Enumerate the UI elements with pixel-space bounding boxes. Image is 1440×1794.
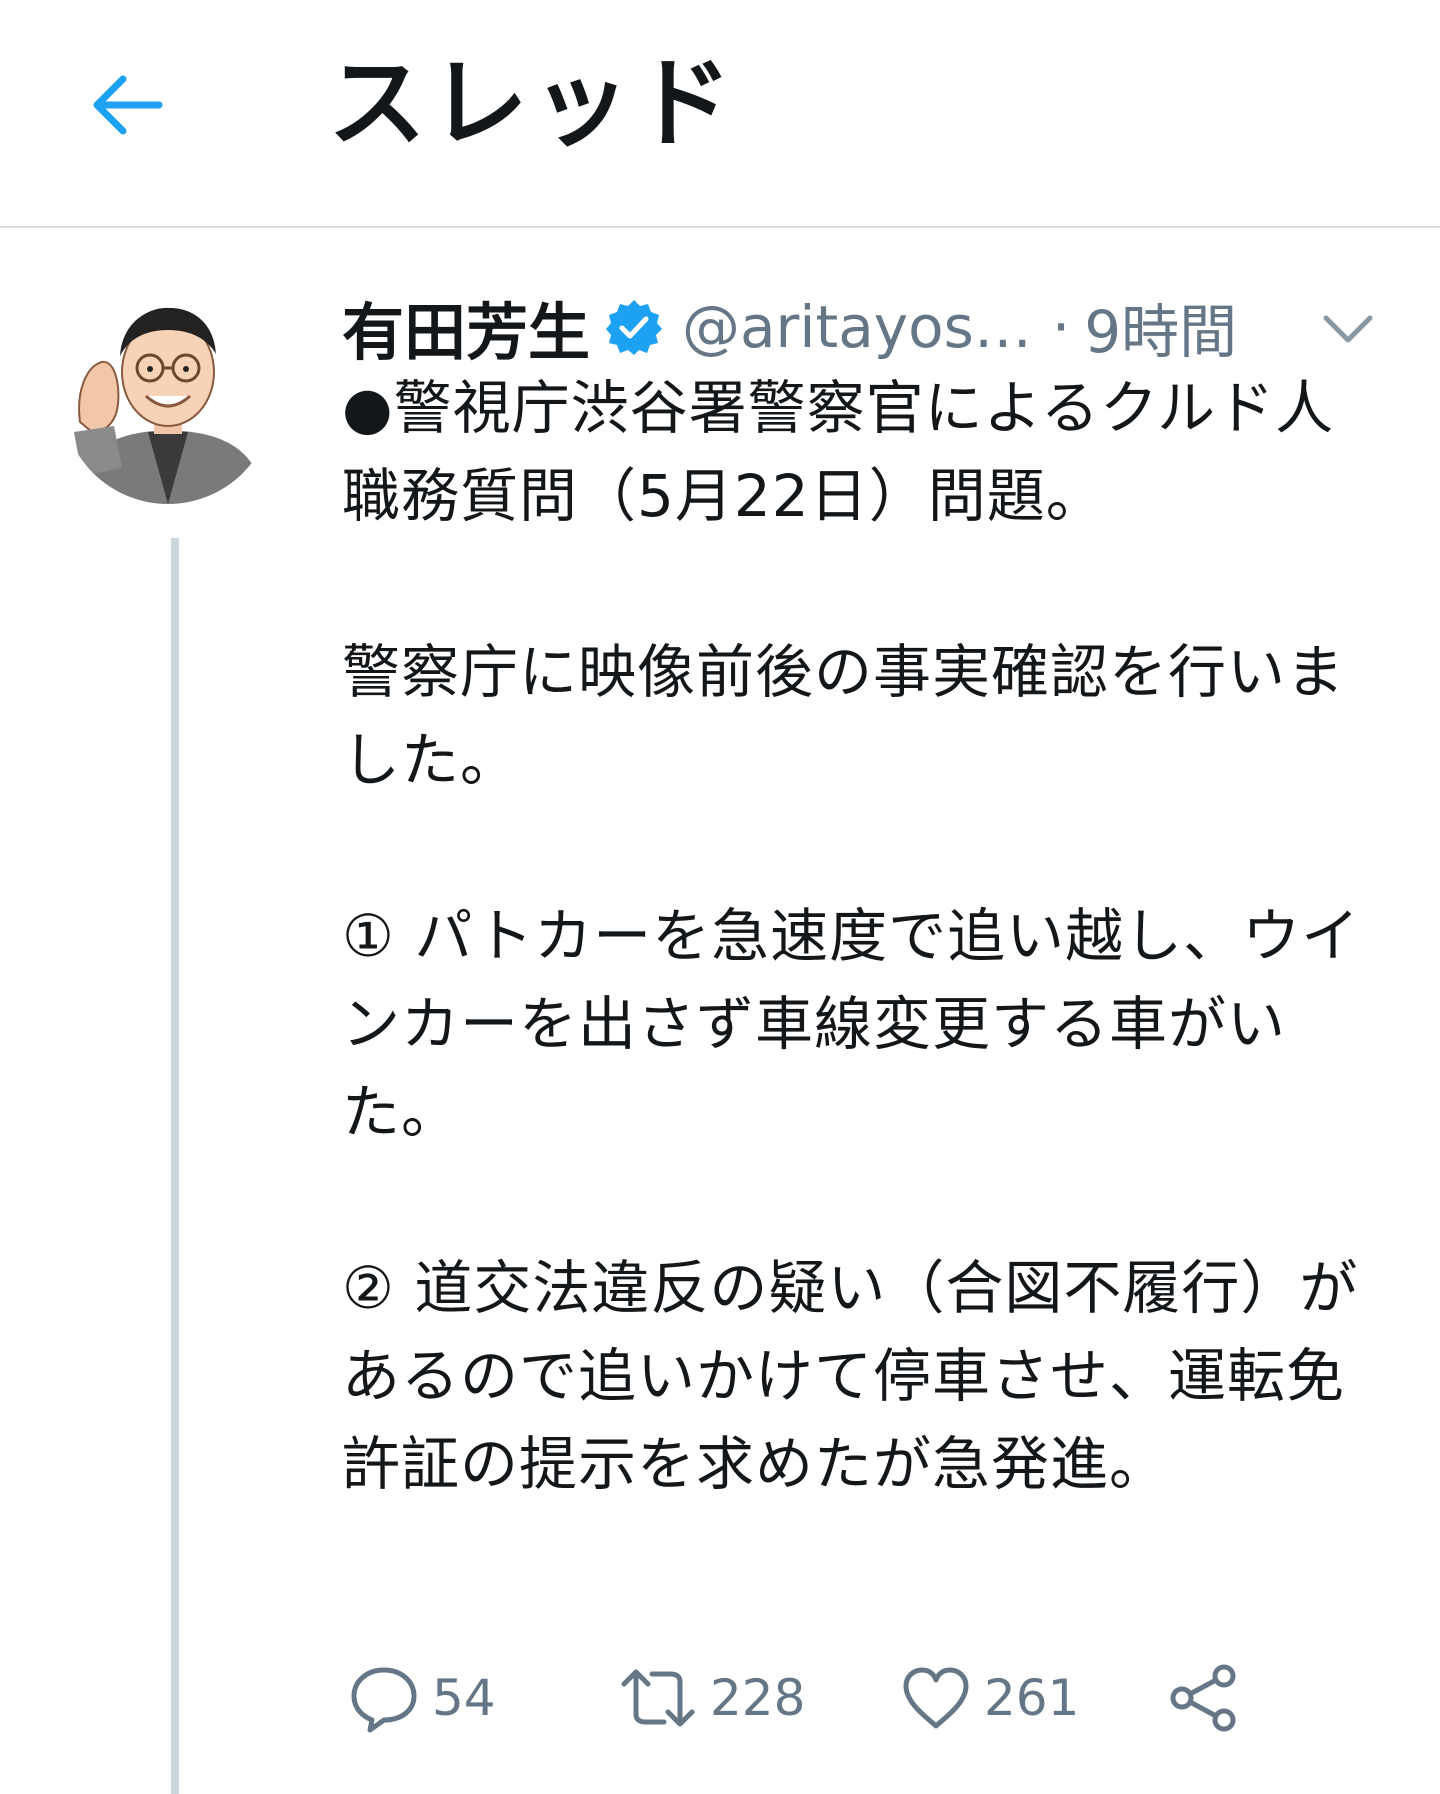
reply-icon: [351, 1667, 417, 1733]
reply-button[interactable]: 54: [348, 1648, 496, 1748]
separator-dot: ·: [1051, 293, 1071, 361]
verified-badge-icon: [604, 297, 664, 357]
tweet-timestamp[interactable]: 9時間: [1084, 285, 1237, 369]
retweet-icon: [621, 1669, 695, 1727]
author-display-name[interactable]: 有田芳生: [342, 282, 590, 372]
app-header: スレッド: [0, 0, 1440, 228]
chevron-down-icon[interactable]: [1318, 298, 1378, 358]
tweet-actions: 54 228 261: [348, 1648, 1248, 1748]
retweet-count: 228: [710, 1669, 806, 1727]
thread-line: [171, 538, 179, 1794]
tweet-header: 有田芳生 @aritayos… · 9時間: [342, 282, 1402, 372]
tweet[interactable]: 有田芳生 @aritayos… · 9時間 ●警視庁渋谷署警察官によるクルド人職…: [0, 228, 1440, 1794]
share-button[interactable]: [1168, 1648, 1240, 1748]
tweet-paragraph: ① パトカーを急速度で追い越し、ウインカーを出さず車線変更する車がいた。: [342, 902, 1361, 1146]
tweet-paragraph: ② 道交法違反の疑い（合図不履行）があるので追いかけて停車させ、運転免許証の提示…: [342, 1254, 1359, 1498]
tweet-paragraph: 警察庁に映像前後の事実確認を行いました。: [342, 638, 1346, 794]
like-button[interactable]: 261: [900, 1648, 1079, 1748]
tweet-text: ●警視庁渋谷署警察官によるクルド人職務質問（5月22日）問題。 警察庁に映像前後…: [342, 364, 1362, 1508]
share-icon: [1170, 1664, 1236, 1732]
page-title: スレッド: [328, 47, 737, 161]
tweet-paragraph: ●警視庁渋谷署警察官によるクルド人職務質問（5月22日）問題。: [342, 374, 1335, 530]
reply-count: 54: [432, 1669, 496, 1727]
like-count: 261: [984, 1669, 1080, 1727]
avatar[interactable]: [62, 292, 274, 504]
retweet-button[interactable]: 228: [618, 1648, 805, 1748]
avatar-illustration: [62, 292, 274, 504]
author-handle[interactable]: @aritayos…: [682, 293, 1032, 361]
arrow-left-icon: [93, 75, 163, 135]
back-button[interactable]: [78, 56, 176, 154]
heart-icon: [903, 1667, 969, 1729]
